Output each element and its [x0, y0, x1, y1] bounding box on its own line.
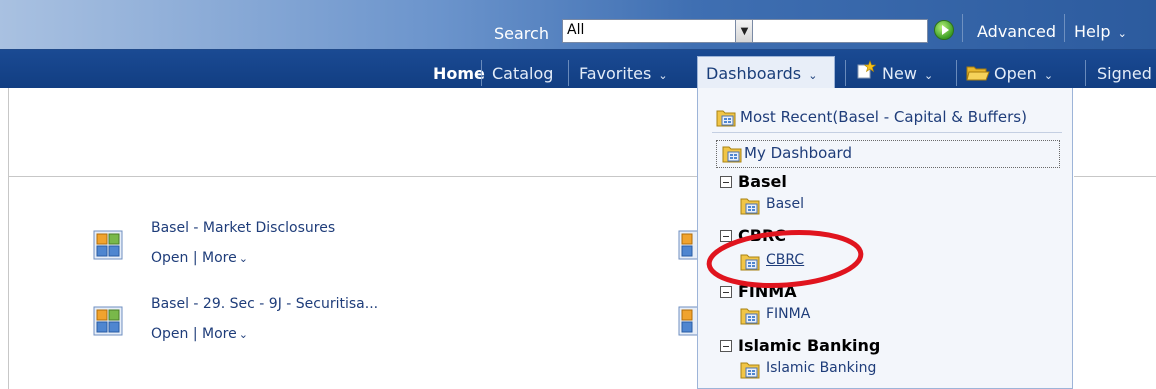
dashboard-title-link[interactable]: Basel - Market Disclosures	[151, 220, 335, 236]
chevron-down-icon: ⌄	[924, 69, 934, 82]
more-link[interactable]: More ⌄	[202, 326, 248, 342]
chevron-down-icon: ⌄	[658, 69, 668, 82]
dropdown-group-basel: Basel	[738, 172, 787, 191]
dashboard-grid-icon	[93, 306, 123, 336]
dropdown-item-finma[interactable]: FINMA	[766, 306, 810, 322]
minus-box-icon[interactable]	[720, 340, 732, 352]
folder-icon	[966, 66, 990, 81]
dashboard-folder-icon	[716, 110, 736, 127]
new-star-icon	[857, 60, 876, 79]
open-link[interactable]: Open	[151, 250, 188, 266]
nav-new-label: New	[882, 64, 917, 83]
open-link[interactable]: Open	[151, 326, 188, 342]
help-label: Help	[1074, 22, 1111, 41]
dropdown-divider	[712, 132, 1062, 133]
dropdown-item-basel[interactable]: Basel	[766, 196, 804, 212]
nav-separator	[568, 60, 569, 86]
nav-new[interactable]: New ⌄	[882, 64, 933, 83]
dashboard-folder-icon	[740, 362, 760, 379]
more-label: More	[202, 250, 237, 266]
help-menu[interactable]: Help ⌄	[1074, 22, 1127, 41]
dashboard-folder-icon	[722, 146, 742, 163]
links-separator: |	[192, 326, 198, 342]
nav-signed-in[interactable]: Signed	[1097, 64, 1152, 83]
nav-open-label: Open	[994, 64, 1037, 83]
search-scope-select[interactable]: All ▼	[562, 19, 754, 43]
minus-box-icon[interactable]	[720, 176, 732, 188]
dashboard-actions: Open | More ⌄	[151, 326, 248, 342]
nav-open[interactable]: Open ⌄	[994, 64, 1053, 83]
dropdown-item-islamic-banking[interactable]: Islamic Banking	[766, 360, 876, 376]
chevron-down-icon: ⌄	[808, 69, 818, 82]
chevron-down-icon: ⌄	[1043, 69, 1054, 82]
header-separator	[962, 14, 963, 42]
content-divider	[8, 176, 698, 177]
chevron-down-icon: ⌄	[1117, 27, 1127, 40]
dashboard-folder-icon	[740, 308, 760, 325]
nav-home[interactable]: Home	[433, 64, 485, 83]
dropdown-group-islamic-banking: Islamic Banking	[738, 336, 881, 355]
dropdown-my-dashboard[interactable]: My Dashboard	[744, 144, 852, 162]
nav-separator	[845, 60, 846, 86]
dashboard-title-link[interactable]: Basel - 29. Sec - 9J - Securitisa...	[151, 296, 378, 312]
content-divider	[1074, 176, 1156, 177]
nav-favorites-label: Favorites	[579, 64, 652, 83]
dashboard-actions: Open | More ⌄	[151, 250, 248, 266]
search-label: Search	[494, 24, 549, 43]
more-label: More	[202, 326, 237, 342]
dropdown-most-recent[interactable]: Most Recent(Basel - Capital & Buffers)	[740, 108, 1027, 126]
nav-dashboards-label: Dashboards	[706, 64, 802, 83]
chevron-down-icon: ⌄	[238, 328, 248, 341]
nav-catalog[interactable]: Catalog	[492, 64, 553, 83]
dropdown-arrow-icon[interactable]: ▼	[735, 20, 753, 42]
nav-separator	[1085, 60, 1086, 86]
advanced-link[interactable]: Advanced	[977, 22, 1056, 41]
chevron-down-icon: ⌄	[238, 252, 248, 265]
header-separator	[1064, 14, 1065, 42]
nav-separator	[956, 60, 957, 86]
highlight-circle-annotation	[706, 230, 864, 288]
search-scope-value: All	[567, 22, 585, 38]
nav-separator	[481, 60, 482, 86]
links-separator: |	[192, 250, 198, 266]
search-input[interactable]	[752, 19, 928, 43]
dashboard-folder-icon	[740, 198, 760, 215]
content-left-border	[8, 88, 9, 389]
more-link[interactable]: More ⌄	[202, 250, 248, 266]
dashboard-grid-icon	[93, 230, 123, 260]
nav-dashboards[interactable]: Dashboards ⌄	[706, 64, 817, 83]
nav-favorites[interactable]: Favorites ⌄	[579, 64, 668, 83]
go-arrow-icon[interactable]	[934, 20, 954, 40]
